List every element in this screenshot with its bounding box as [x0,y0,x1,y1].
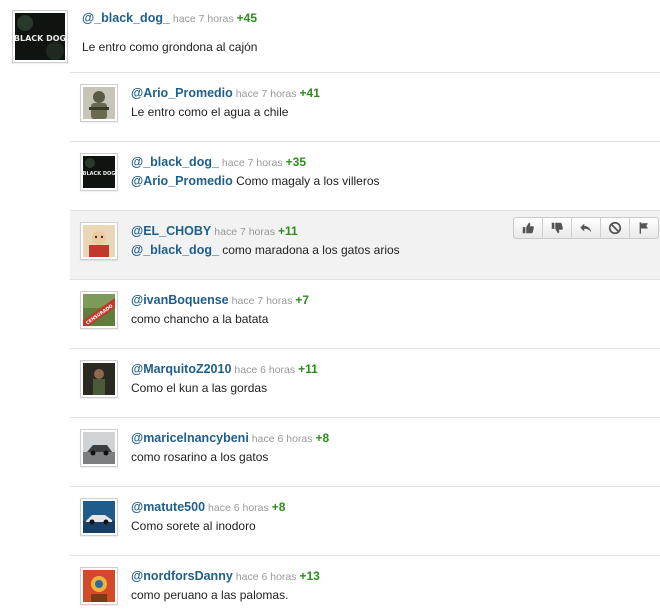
comment-mention[interactable]: @Ario_Promedio [131,174,233,188]
reply-icon [580,223,592,233]
block-button[interactable] [601,218,630,238]
divider [70,486,660,487]
divider [70,141,660,142]
comment-text: como chancho a la batata [131,312,269,326]
divider [70,555,660,556]
comment-text: Le entro como grondona al cajón [82,40,258,54]
black-dog-avatar-image: BLACK DOG [15,13,65,60]
thumbs-up-icon [522,222,534,234]
comment-text: Como sorete al inodoro [131,519,256,533]
comment-text: Como el kun a las gordas [131,381,268,395]
comment-time: hace 7 horas [172,13,234,25]
comment-time: hace 6 horas [235,571,297,583]
comment-author[interactable]: @_black_dog_ [131,155,219,169]
comment-votes: +41 [299,86,320,100]
soldier-avatar-image [83,87,115,119]
comment-votes: +8 [315,431,330,445]
comment-votes: +11 [277,224,298,238]
comment-author[interactable]: @matute500 [131,500,205,514]
avatar[interactable]: CENSURADO [80,291,118,329]
comment-author[interactable]: @ivanBoquense [131,293,229,307]
avatar[interactable]: BLACK DOG [12,10,68,63]
avatar[interactable] [80,498,118,536]
comment-votes: +13 [299,569,320,583]
comment-votes: +45 [236,11,257,25]
comment-time: hace 7 horas [214,226,275,238]
avatar[interactable] [80,360,118,398]
sports-car-avatar-image [83,501,115,533]
comment-body: Como magaly a los villeros [232,174,380,188]
car-avatar-image [83,432,115,464]
comment-author[interactable]: @Ario_Promedio [131,86,233,100]
comment-text: @Ario_Promedio Como magaly a los villero… [131,174,380,188]
reply-button[interactable] [572,218,601,238]
black-dog-logo-text: BLACK DOG [15,34,65,43]
comment-text: como peruano a las palomas. [131,588,289,602]
comment-author[interactable]: @maricelnancybeni [131,431,249,445]
comment-votes: +7 [295,293,310,307]
avatar[interactable] [80,84,118,122]
comment-time: hace 6 horas [208,502,269,514]
cartoon-avatar-image [83,225,115,257]
comment-text: Le entro como el agua a chile [131,105,289,119]
comment-author[interactable]: @MarquitoZ2010 [131,362,231,376]
divider [70,72,660,73]
comment-votes: +35 [285,155,306,169]
illustration-avatar-image [83,570,115,602]
avatar[interactable] [80,567,118,605]
avatar[interactable] [80,222,118,260]
block-icon [608,221,622,235]
comment-time: hace 6 horas [251,433,313,445]
censored-avatar-image: CENSURADO [83,294,115,326]
divider [70,348,660,349]
comment-author[interactable]: @_black_dog_ [82,11,170,25]
comment-actions [513,217,659,239]
black-dog-avatar-image: BLACK DOG [83,156,115,188]
comment-mention[interactable]: @_black_dog_ [131,243,219,257]
flag-icon [639,222,649,234]
comment-text: @_black_dog_ como maradona a los gatos a… [131,243,400,257]
vote-up-button[interactable] [514,218,543,238]
person-avatar-image [83,363,115,395]
comment-time: hace 7 horas [235,88,297,100]
comment-votes: +8 [271,500,286,514]
vote-down-button[interactable] [543,218,572,238]
thumbs-down-icon [551,222,563,234]
comment-body: como maradona a los gatos arios [218,243,400,257]
avatar[interactable]: BLACK DOG [80,153,118,191]
comment-author[interactable]: @nordforsDanny [131,569,233,583]
comment-time: hace 7 horas [231,295,293,307]
divider [70,417,660,418]
flag-button[interactable] [630,218,658,238]
comment-time: hace 6 horas [234,364,296,376]
comment-votes: +11 [298,362,318,376]
avatar[interactable] [80,429,118,467]
comment-time: hace 7 horas [221,157,283,169]
comment-author[interactable]: @EL_CHOBY [131,224,211,238]
comment-text: como rosarino a los gatos [131,450,269,464]
black-dog-logo-text: BLACK DOG [83,171,115,177]
